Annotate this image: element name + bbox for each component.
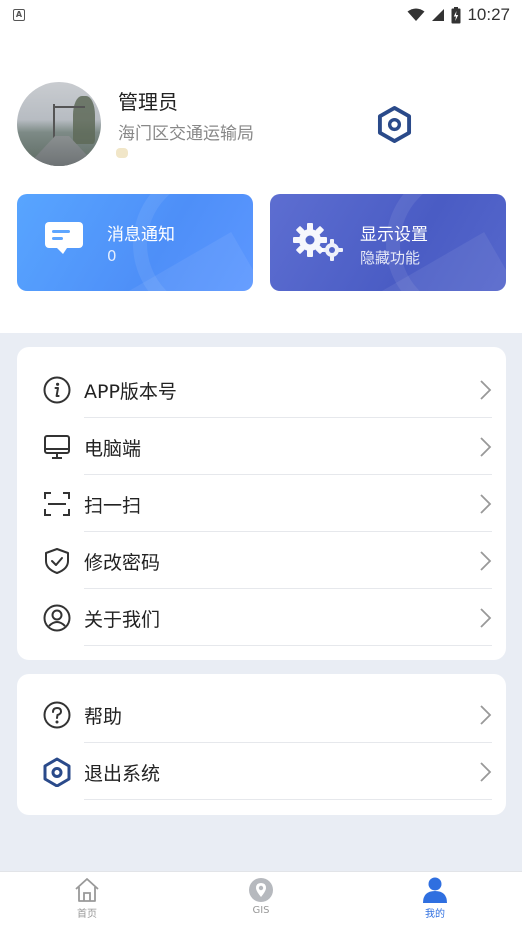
menu-label: 电脑端 bbox=[84, 438, 142, 460]
display-settings-title: 显示设置 bbox=[360, 225, 428, 245]
hexagon-settings-icon[interactable] bbox=[377, 106, 412, 143]
menu-item-about-us[interactable]: 关于我们 bbox=[17, 589, 506, 646]
nav-label: GIS bbox=[252, 905, 270, 916]
menu-label: APP版本号 bbox=[84, 381, 177, 403]
chevron-right-icon bbox=[480, 608, 492, 628]
display-settings-subtitle: 隐藏功能 bbox=[360, 249, 421, 267]
menu-item-scan[interactable]: 扫一扫 bbox=[17, 475, 506, 532]
shield-check-icon bbox=[45, 548, 69, 574]
location-pin-icon bbox=[249, 878, 273, 902]
chevron-right-icon bbox=[480, 494, 492, 514]
home-icon bbox=[75, 878, 99, 902]
nav-tab-mine[interactable]: 我的 bbox=[390, 877, 480, 925]
menu-item-change-password[interactable]: 修改密码 bbox=[17, 532, 506, 589]
chevron-right-icon bbox=[480, 762, 492, 782]
menu-group-main: APP版本号 电脑端 扫一扫 修改密码 关于我们 bbox=[17, 347, 506, 660]
display-settings-card[interactable]: 显示设置 隐藏功能 bbox=[270, 194, 506, 291]
messages-title: 消息通知 bbox=[107, 225, 175, 245]
chevron-right-icon bbox=[480, 437, 492, 457]
scan-icon bbox=[44, 492, 70, 516]
wifi-icon bbox=[407, 8, 425, 21]
question-icon bbox=[43, 701, 71, 729]
badge-mark bbox=[116, 148, 128, 158]
monitor-icon bbox=[44, 435, 70, 459]
user-circle-icon bbox=[43, 604, 71, 632]
menu-item-app-version[interactable]: APP版本号 bbox=[17, 361, 506, 418]
person-icon bbox=[423, 877, 447, 903]
menu-label: 帮助 bbox=[84, 706, 123, 728]
bottom-navigation: 首页 GIS 我的 bbox=[0, 871, 522, 926]
hexagon-logout-icon bbox=[43, 757, 71, 787]
chevron-right-icon bbox=[480, 551, 492, 571]
menu-item-help[interactable]: 帮助 bbox=[17, 686, 506, 743]
chevron-right-icon bbox=[480, 705, 492, 725]
settings-area: APP版本号 电脑端 扫一扫 修改密码 关于我们 帮助 退出系统 bbox=[0, 333, 522, 871]
profile-section: 管理员 海门区交通运输局 bbox=[0, 82, 522, 166]
nav-label: 我的 bbox=[425, 909, 445, 920]
cellular-signal-icon bbox=[432, 9, 445, 21]
clock: 10:27 bbox=[467, 5, 510, 24]
menu-label: 退出系统 bbox=[84, 763, 161, 785]
avatar[interactable] bbox=[17, 82, 101, 166]
messages-card[interactable]: 消息通知 0 bbox=[17, 194, 253, 291]
battery-charging-icon bbox=[451, 6, 461, 23]
menu-label: 修改密码 bbox=[84, 552, 161, 574]
nav-tab-gis[interactable]: GIS bbox=[216, 877, 306, 925]
chevron-right-icon bbox=[480, 380, 492, 400]
messages-count: 0 bbox=[107, 247, 117, 265]
info-icon bbox=[43, 376, 71, 404]
menu-label: 关于我们 bbox=[84, 609, 161, 631]
status-bar: A 10:27 bbox=[0, 0, 522, 30]
menu-item-desktop[interactable]: 电脑端 bbox=[17, 418, 506, 475]
menu-item-logout[interactable]: 退出系统 bbox=[17, 743, 506, 800]
menu-label: 扫一扫 bbox=[84, 495, 142, 517]
gears-icon bbox=[293, 223, 343, 261]
user-organization: 海门区交通运输局 bbox=[118, 124, 254, 144]
user-name: 管理员 bbox=[118, 90, 178, 114]
menu-group-secondary: 帮助 退出系统 bbox=[17, 674, 506, 815]
nav-tab-home[interactable]: 首页 bbox=[42, 877, 132, 925]
notification-icon: A bbox=[13, 9, 25, 21]
message-icon bbox=[45, 222, 83, 254]
nav-label: 首页 bbox=[77, 909, 97, 920]
